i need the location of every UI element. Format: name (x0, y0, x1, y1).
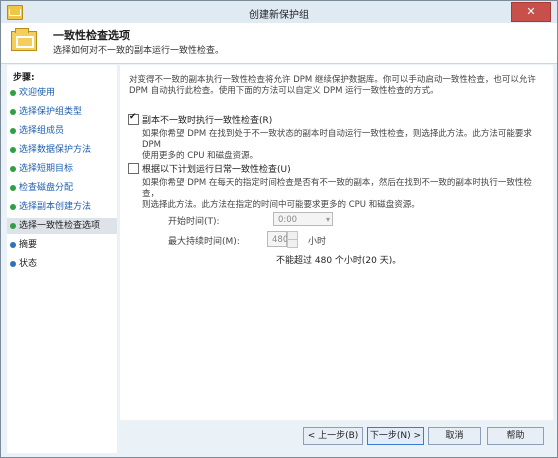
step-replica-creation[interactable]: 选择副本创建方法 (7, 199, 117, 215)
wizard-window: 创建新保护组 ✕ 一致性检查选项 选择如何对不一致的副本运行一致性检查。 步骤:… (0, 0, 558, 458)
window-title: 创建新保护组 (249, 10, 309, 21)
intro-line: 对变得不一致的副本执行一致性检查将允许 DPM 继续保护数据库。你可以手动启动一… (129, 75, 536, 85)
step-status: 状态 (7, 256, 117, 272)
next-button[interactable]: 下一步(N) > (367, 427, 424, 445)
description-line: 如果你希望 DPM 在找到处于不一致状态的副本时自动运行一致性检查，则选择此方法… (142, 129, 532, 150)
page-title: 一致性检查选项 (53, 29, 130, 42)
cancel-button[interactable]: 取消 (428, 427, 481, 445)
back-button[interactable]: < 上一步(B) (303, 427, 363, 445)
daily-check-checkbox[interactable] (128, 163, 139, 174)
step-label: 摘要 (19, 240, 38, 250)
duration-unit: 小时 (308, 237, 327, 247)
decrement-button[interactable] (287, 239, 298, 248)
step-summary: 摘要 (7, 237, 117, 253)
description-line: 如果你希望 DPM 在每天的指定时间检查是否有不一致的副本，然后在找到不一致的副… (142, 178, 532, 199)
step-label: 选择保护组类型 (19, 107, 83, 117)
steps-sidebar: 步骤: 欢迎使用 选择保护组类型 选择组成员 选择数据保护方法 选择短期目标 检… (7, 65, 117, 453)
steps-label: 步骤: (13, 73, 35, 83)
main-panel: 对变得不一致的副本执行一致性检查将允许 DPM 继续保护数据库。你可以手动启动一… (120, 65, 553, 420)
intro-text: 对变得不一致的副本执行一致性检查将允许 DPM 继续保护数据库。你可以手动启动一… (129, 75, 549, 97)
auto-check-checkbox[interactable] (128, 112, 139, 125)
description-line: 使用更多的 CPU 和磁盘资源。 (142, 151, 259, 161)
step-label: 选择副本创建方法 (19, 202, 92, 212)
max-duration-value: 480 (272, 235, 289, 245)
start-time-value: 0:00 (278, 215, 298, 225)
step-current-icon (10, 223, 16, 229)
max-duration-field[interactable]: 480 (267, 231, 289, 247)
step-consistency-check[interactable]: 选择一致性检查选项 (7, 218, 117, 234)
button-bar: < 上一步(B) 下一步(N) > 取消 帮助 (120, 422, 553, 453)
close-button[interactable]: ✕ (511, 2, 551, 22)
page-subtitle: 选择如何对不一致的副本运行一致性检查。 (53, 46, 225, 56)
auto-check-label[interactable]: 副本不一致时执行一致性检查(R) (142, 113, 272, 126)
chevron-down-icon: ▾ (325, 215, 330, 224)
step-complete-icon (10, 90, 16, 96)
step-pending-icon (10, 242, 16, 248)
step-short-term-goals[interactable]: 选择短期目标 (7, 161, 117, 177)
start-time-field[interactable]: 0:00 ▾ (273, 212, 333, 226)
daily-check-label[interactable]: 根据以下计划运行日常一致性检查(U) (142, 162, 291, 175)
step-label: 检查磁盘分配 (19, 183, 74, 193)
help-button[interactable]: 帮助 (487, 427, 544, 445)
max-duration-label: 最大持续时间(M): (168, 237, 240, 247)
step-complete-icon (10, 109, 16, 115)
description-line: 则选择此方法。此方法在指定的时间中可能要求更多的 CPU 和磁盘资源。 (142, 200, 420, 210)
daily-check-description: 如果你希望 DPM 在每天的指定时间检查是否有不一致的副本，然后在找到不一致的副… (142, 178, 546, 211)
step-pending-icon (10, 261, 16, 267)
auto-check-description: 如果你希望 DPM 在找到处于不一致状态的副本时自动运行一致性检查，则选择此方法… (142, 129, 546, 162)
start-time-label: 开始时间(T): (168, 217, 220, 227)
page-header: 一致性检查选项 选择如何对不一致的副本运行一致性检查。 (1, 23, 557, 64)
step-complete-icon (10, 166, 16, 172)
duration-note: 不能超过 480 个小时(20 天)。 (276, 256, 402, 266)
step-welcome[interactable]: 欢迎使用 (7, 85, 117, 101)
title-bar: 创建新保护组 ✕ (1, 1, 557, 24)
step-complete-icon (10, 128, 16, 134)
step-protection-method[interactable]: 选择数据保护方法 (7, 142, 117, 158)
step-label: 选择短期目标 (19, 164, 74, 174)
step-label: 选择数据保护方法 (19, 145, 92, 155)
step-group-members[interactable]: 选择组成员 (7, 123, 117, 139)
step-label: 状态 (19, 259, 38, 269)
folder-icon (11, 28, 37, 51)
max-duration-stepper[interactable]: 480 (267, 231, 298, 248)
step-label: 选择组成员 (19, 126, 65, 136)
step-group-type[interactable]: 选择保护组类型 (7, 104, 117, 120)
step-complete-icon (10, 147, 16, 153)
step-label: 欢迎使用 (19, 88, 56, 98)
step-complete-icon (10, 204, 16, 210)
step-label: 选择一致性检查选项 (19, 221, 101, 231)
intro-line: DPM 自动执行此检查。使用下面的方法可以自定义 DPM 运行一致性检查的方式。 (129, 86, 439, 96)
step-disk-allocation[interactable]: 检查磁盘分配 (7, 180, 117, 196)
step-complete-icon (10, 185, 16, 191)
